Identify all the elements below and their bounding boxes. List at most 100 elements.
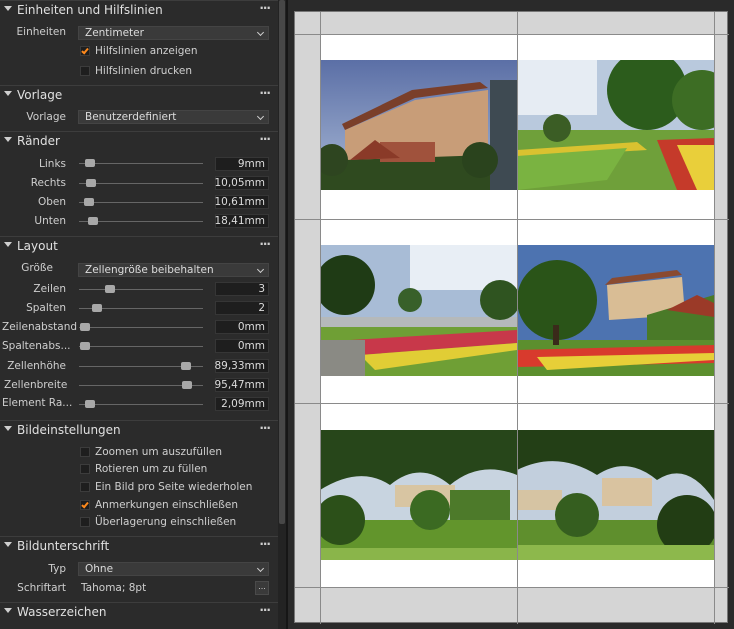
- template-select[interactable]: Benutzerdefiniert: [78, 110, 269, 124]
- rows-value: 3: [258, 283, 265, 295]
- element-margin-input[interactable]: 2,09mm: [215, 397, 269, 411]
- row-spacing-slider[interactable]: [79, 323, 203, 331]
- column-spacing-input[interactable]: 0mm: [215, 339, 269, 353]
- margin-bottom-slider[interactable]: [79, 217, 203, 225]
- margin-top-label: Oben: [37, 196, 66, 208]
- row-spacing-input[interactable]: 0mm: [215, 320, 269, 334]
- repeat-image-checkbox[interactable]: [80, 482, 90, 492]
- more-dots-icon[interactable]: ···: [259, 237, 271, 251]
- margin-top-slider[interactable]: [79, 198, 203, 206]
- margin-left-slider[interactable]: [79, 159, 203, 167]
- print-layout-window: Einheiten und Hilfslinien ··· Einheiten …: [0, 0, 734, 629]
- column-spacing-label: Spaltenabs...: [2, 340, 71, 352]
- scrollbar-thumb[interactable]: [279, 0, 285, 524]
- font-picker-button[interactable]: ...: [255, 581, 269, 595]
- more-dots-icon[interactable]: ···: [259, 132, 271, 146]
- slider-handle[interactable]: [85, 159, 95, 167]
- print-guides-checkbox[interactable]: [80, 66, 90, 76]
- show-guides-checkbox[interactable]: [80, 46, 90, 56]
- section-title: Bildeinstellungen: [17, 423, 121, 437]
- section-header-template[interactable]: Vorlage ···: [0, 85, 278, 104]
- image-thumbnail[interactable]: [517, 245, 714, 376]
- column-spacing-slider[interactable]: [79, 342, 203, 350]
- slider-handle[interactable]: [85, 400, 95, 408]
- section-header-caption[interactable]: Bildunterschrift ···: [0, 536, 278, 555]
- panel-scrollbar[interactable]: [278, 0, 286, 629]
- row-spacing-value: 0mm: [237, 321, 265, 333]
- rotate-to-fill-checkbox[interactable]: [80, 464, 90, 474]
- margin-right-value: 10,05mm: [214, 177, 265, 189]
- section-header-margins[interactable]: Ränder ···: [0, 131, 278, 150]
- caption-type-value: Ohne: [85, 563, 114, 575]
- slider-handle[interactable]: [92, 304, 102, 312]
- cell-width-slider[interactable]: [79, 381, 203, 389]
- slider-handle[interactable]: [182, 381, 192, 389]
- section-title: Wasserzeichen: [17, 605, 107, 619]
- size-select[interactable]: Zellengröße beibehalten: [78, 263, 269, 277]
- print-preview-area: [288, 0, 734, 629]
- slider-handle[interactable]: [80, 323, 90, 331]
- more-dots-icon[interactable]: ···: [259, 537, 271, 551]
- more-dots-icon[interactable]: ···: [259, 603, 271, 617]
- template-select-value: Benutzerdefiniert: [85, 111, 177, 123]
- guide-line: [517, 12, 518, 624]
- caption-type-label: Typ: [48, 563, 66, 575]
- more-dots-icon[interactable]: ···: [259, 421, 271, 435]
- cell-height-input[interactable]: 89,33mm: [214, 359, 269, 373]
- columns-input[interactable]: 2: [215, 301, 269, 315]
- chevron-down-icon: [4, 6, 12, 11]
- slider-handle[interactable]: [181, 362, 191, 370]
- image-thumbnail[interactable]: [320, 60, 517, 190]
- zoom-to-fill-checkbox[interactable]: [80, 447, 90, 457]
- slider-handle[interactable]: [84, 198, 94, 206]
- guide-line: [295, 587, 729, 588]
- image-thumbnail[interactable]: [320, 245, 517, 376]
- chevron-down-icon: [4, 426, 12, 431]
- margin-right-input[interactable]: 10,05mm: [214, 176, 269, 190]
- more-dots-icon[interactable]: ···: [259, 1, 271, 15]
- section-header-units[interactable]: Einheiten und Hilfslinien ···: [0, 0, 278, 19]
- section-title: Ränder: [17, 134, 60, 148]
- slider-handle[interactable]: [86, 179, 96, 187]
- margin-left-input[interactable]: 9mm: [215, 157, 269, 171]
- include-annotations-label: Anmerkungen einschließen: [95, 499, 238, 511]
- margin-bottom-input[interactable]: 18,41mm: [214, 214, 269, 228]
- guide-line: [295, 403, 729, 404]
- more-dots-icon[interactable]: ···: [259, 86, 271, 100]
- margin-left-label: Links: [39, 158, 66, 170]
- zoom-to-fill-label: Zoomen um auszufüllen: [95, 446, 222, 458]
- caption-type-select[interactable]: Ohne: [78, 562, 269, 576]
- element-margin-value: 2,09mm: [221, 398, 265, 410]
- image-thumbnail[interactable]: [517, 60, 714, 190]
- section-header-image-settings[interactable]: Bildeinstellungen ···: [0, 420, 278, 439]
- margin-right-slider[interactable]: [79, 179, 203, 187]
- cell-height-slider[interactable]: [79, 362, 203, 370]
- cell-width-value: 95,47mm: [214, 379, 265, 391]
- slider-handle[interactable]: [105, 285, 115, 293]
- section-title: Einheiten und Hilfslinien: [17, 3, 163, 17]
- columns-slider[interactable]: [79, 304, 203, 312]
- caption-font-value: Tahoma; 8pt: [81, 582, 147, 594]
- columns-label: Spalten: [26, 302, 66, 314]
- chevron-down-icon: [4, 137, 12, 142]
- row-spacing-label: Zeilenabstand: [2, 321, 78, 333]
- include-annotations-checkbox[interactable]: [80, 500, 90, 510]
- section-header-watermark[interactable]: Wasserzeichen ···: [0, 602, 278, 621]
- image-thumbnail[interactable]: [517, 430, 714, 560]
- settings-panel: Einheiten und Hilfslinien ··· Einheiten …: [0, 0, 278, 629]
- element-margin-slider[interactable]: [79, 400, 203, 408]
- units-select[interactable]: Zentimeter: [78, 26, 269, 40]
- image-thumbnail[interactable]: [320, 430, 517, 560]
- chevron-down-icon: [4, 542, 12, 547]
- margin-top-input[interactable]: 10,61mm: [214, 195, 269, 209]
- chevron-down-icon: [256, 28, 265, 37]
- slider-handle[interactable]: [80, 342, 90, 350]
- slider-handle[interactable]: [88, 217, 98, 225]
- rows-input[interactable]: 3: [215, 282, 269, 296]
- cell-width-input[interactable]: 95,47mm: [214, 378, 269, 392]
- rows-slider[interactable]: [79, 285, 203, 293]
- repeat-image-label: Ein Bild pro Seite wiederholen: [95, 481, 253, 493]
- include-overlay-checkbox[interactable]: [80, 517, 90, 527]
- section-title: Layout: [17, 239, 58, 253]
- section-header-layout[interactable]: Layout ···: [0, 236, 278, 255]
